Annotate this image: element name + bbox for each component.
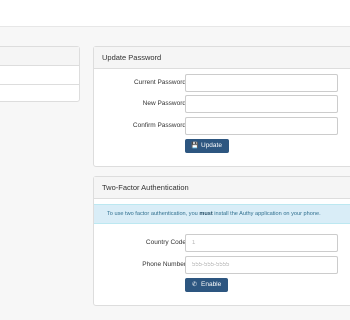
country-code-input[interactable] — [185, 234, 338, 252]
side-panel-item[interactable] — [0, 66, 79, 85]
enable-button-label: Enable — [201, 281, 222, 288]
current-password-row: Current Password — [94, 74, 350, 92]
confirm-password-input[interactable] — [185, 117, 338, 135]
side-panel-item[interactable] — [0, 85, 79, 104]
country-code-row: Country Code — [94, 234, 350, 252]
info-text-suffix: install the Authy application on your ph… — [212, 211, 321, 217]
current-password-label: Current Password — [133, 79, 186, 86]
new-password-row: New Password — [94, 95, 350, 113]
side-panel-heading — [0, 47, 79, 66]
two-factor-heading: Two-Factor Authentication — [94, 177, 350, 199]
info-text-emphasis: must — [199, 211, 213, 217]
update-password-heading: Update Password — [94, 47, 350, 69]
update-button[interactable]: 💾 Update — [185, 139, 229, 153]
top-navbar — [0, 0, 350, 27]
phone-icon: ✆ — [191, 282, 198, 288]
country-code-label: Country Code — [145, 239, 186, 246]
confirm-password-label: Confirm Password — [132, 122, 186, 129]
authy-info-alert: To use two factor authentication, you mu… — [94, 204, 350, 224]
phone-number-label: Phone Number — [142, 261, 186, 268]
confirm-password-row: Confirm Password — [94, 117, 350, 135]
current-password-input[interactable] — [185, 74, 338, 92]
enable-button[interactable]: ✆ Enable — [185, 278, 229, 292]
info-text-prefix: To use two factor authentication, you — [107, 211, 200, 217]
new-password-label: New Password — [142, 100, 186, 107]
phone-number-row: Phone Number — [94, 256, 350, 274]
two-factor-panel: Two-Factor Authentication To use two fac… — [93, 176, 350, 306]
phone-number-input[interactable] — [185, 256, 338, 274]
update-button-label: Update — [201, 142, 222, 149]
new-password-input[interactable] — [185, 95, 338, 113]
side-panel — [0, 46, 80, 102]
update-password-panel: Update Password Current Password New Pas… — [93, 46, 350, 167]
save-icon: 💾 — [191, 143, 199, 149]
